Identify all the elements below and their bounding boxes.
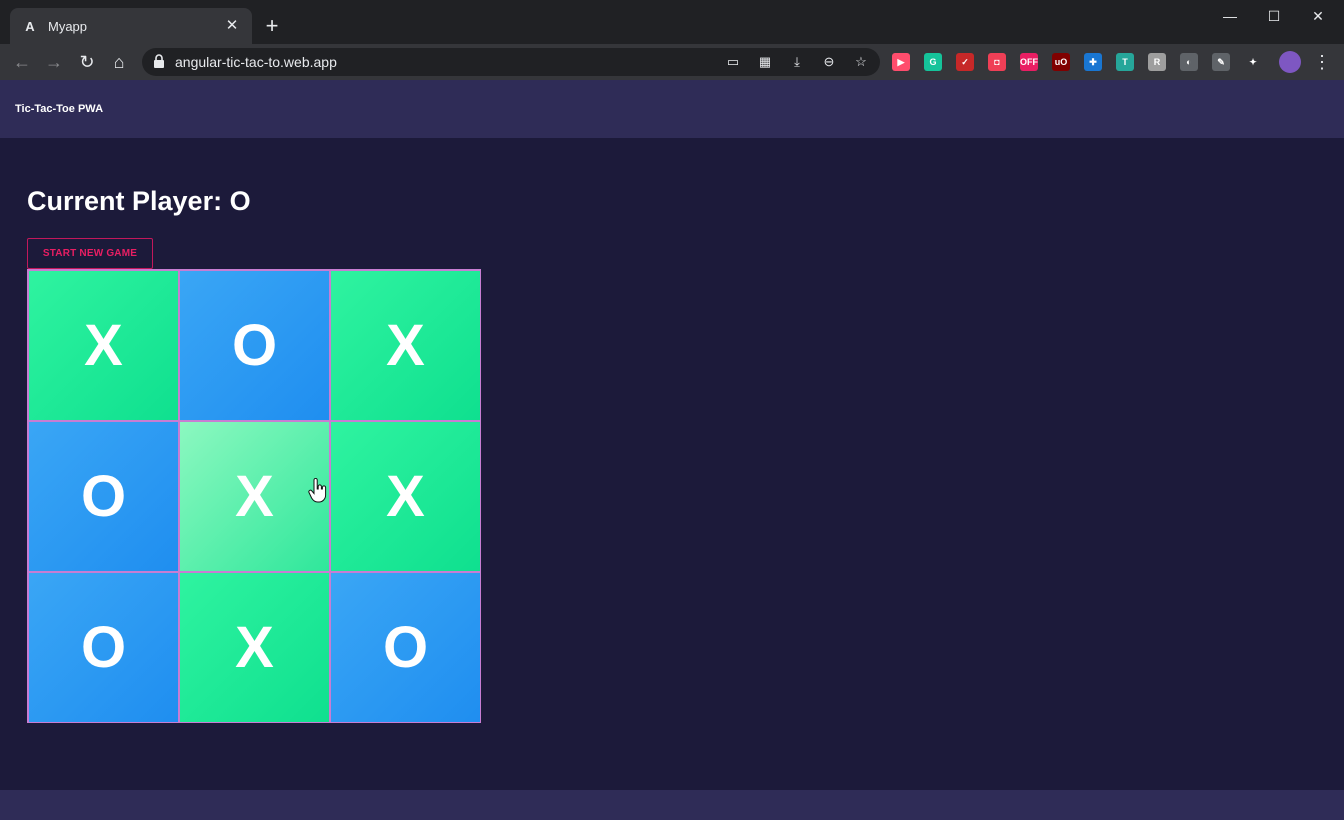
- install-icon[interactable]: ⤓: [788, 53, 806, 71]
- blue-ext-icon[interactable]: ✚: [1084, 53, 1102, 71]
- board-cell-3-1[interactable]: O: [28, 572, 179, 723]
- board-cell-1-3[interactable]: X: [330, 270, 481, 421]
- grammarly-icon[interactable]: G: [924, 53, 942, 71]
- current-player-heading: Current Player: O: [27, 186, 251, 216]
- ext-red-icon[interactable]: ✓: [956, 53, 974, 71]
- angular-favicon-icon: A: [25, 18, 35, 34]
- off-ext-icon[interactable]: OFF: [1020, 53, 1038, 71]
- board-cell-2-1[interactable]: O: [28, 421, 179, 572]
- board-cell-1-1[interactable]: X: [28, 270, 179, 421]
- game-board: XOXOXXOXO: [27, 269, 481, 723]
- cast-icon[interactable]: ▭: [724, 53, 742, 71]
- board-cell-1-2[interactable]: O: [179, 270, 330, 421]
- browser-tab[interactable]: A Myapp ✕: [10, 8, 252, 44]
- video-ext-icon[interactable]: ▶: [892, 53, 910, 71]
- grey-ext-icon[interactable]: R: [1148, 53, 1166, 71]
- window-close-icon[interactable]: ✕: [1296, 4, 1340, 28]
- app-footer: [0, 790, 1344, 820]
- profile-avatar-icon[interactable]: [1279, 51, 1301, 73]
- board-cell-3-2[interactable]: X: [179, 572, 330, 723]
- menu-kebab-icon[interactable]: ⋮: [1310, 50, 1334, 74]
- address-bar[interactable]: angular-tic-tac-to.web.app ▭ ▦ ⤓ ⊖ ☆: [142, 48, 880, 76]
- qr-icon[interactable]: ▦: [756, 53, 774, 71]
- browser-tabstrip: A Myapp ✕ + — ☐ ✕: [0, 0, 1344, 44]
- bookmark-star-icon[interactable]: ☆: [852, 53, 870, 71]
- ublock-icon[interactable]: uO: [1052, 53, 1070, 71]
- shirt-ext-icon[interactable]: T: [1116, 53, 1134, 71]
- zoom-icon[interactable]: ⊖: [820, 53, 838, 71]
- close-tab-icon[interactable]: ✕: [222, 16, 242, 36]
- minimize-icon[interactable]: —: [1208, 4, 1252, 28]
- browser-toolbar: ← → ↻ ⌂ angular-tic-tac-to.web.app ▭ ▦ ⤓…: [0, 44, 1344, 80]
- board-cell-3-3[interactable]: O: [330, 572, 481, 723]
- home-icon[interactable]: ⌂: [107, 50, 131, 74]
- forward-icon[interactable]: →: [42, 50, 66, 74]
- back-icon[interactable]: ←: [10, 50, 34, 74]
- new-tab-icon[interactable]: +: [260, 14, 284, 38]
- hand-cursor-icon: [308, 478, 327, 503]
- circle-ext-icon[interactable]: ◐: [1180, 53, 1198, 71]
- reload-icon[interactable]: ↻: [75, 50, 99, 74]
- start-new-game-button[interactable]: START NEW GAME: [27, 238, 153, 269]
- board-cell-2-3[interactable]: X: [330, 421, 481, 572]
- lock-icon: [154, 54, 164, 68]
- puzzle-icon[interactable]: ✦: [1244, 53, 1262, 71]
- url-text: angular-tic-tac-to.web.app: [175, 54, 337, 70]
- pocket-icon[interactable]: ◘: [988, 53, 1006, 71]
- tab-title: Myapp: [48, 18, 88, 34]
- app-title: Tic-Tac-Toe PWA: [15, 103, 104, 115]
- maximize-icon[interactable]: ☐: [1252, 4, 1296, 28]
- app-header: Tic-Tac-Toe PWA: [0, 80, 1344, 138]
- pen-ext-icon[interactable]: ✎: [1212, 53, 1230, 71]
